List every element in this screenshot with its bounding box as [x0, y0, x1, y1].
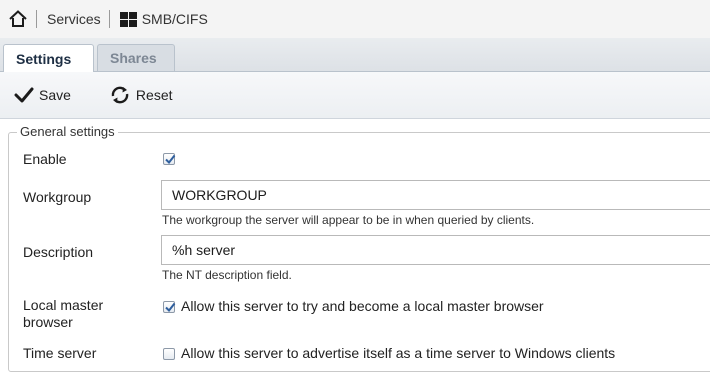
- reset-button-label: Reset: [135, 87, 173, 103]
- enable-label: Enable: [23, 151, 67, 167]
- breadcrumb-separator: [108, 10, 110, 28]
- home-icon[interactable]: [8, 9, 28, 29]
- description-input[interactable]: %h server: [161, 235, 710, 265]
- local-master-label-line2: browser: [23, 314, 73, 330]
- tab-settings[interactable]: Settings: [3, 44, 94, 72]
- tab-bar: Settings Shares: [0, 38, 710, 72]
- reset-button[interactable]: Reset: [109, 85, 173, 105]
- description-hint: The NT description field.: [162, 268, 292, 282]
- workgroup-input[interactable]: WORKGROUP: [161, 180, 710, 210]
- breadcrumb-item-smb-label: SMB/CIFS: [141, 11, 208, 27]
- check-icon: [165, 154, 176, 165]
- general-settings-legend: General settings: [17, 124, 118, 139]
- save-button-label: Save: [39, 87, 71, 103]
- time-server-label: Time server: [23, 345, 97, 361]
- local-master-checkbox[interactable]: [163, 301, 176, 313]
- breadcrumb-item-smb: SMB/CIFS: [119, 11, 208, 27]
- description-label: Description: [23, 244, 94, 260]
- save-button[interactable]: Save: [14, 86, 71, 104]
- time-server-text[interactable]: Allow this server to advertise itself as…: [181, 345, 615, 361]
- windows-logo-icon: [119, 11, 137, 27]
- time-server-checkbox[interactable]: [163, 348, 175, 360]
- enable-checkbox[interactable]: [163, 153, 176, 165]
- local-master-label: Local master browser: [23, 297, 103, 331]
- local-master-label-line1: Local master: [23, 297, 104, 313]
- checkmark-icon: [14, 87, 34, 103]
- breadcrumb-separator: [36, 10, 37, 28]
- tab-shares[interactable]: Shares: [97, 44, 175, 71]
- general-settings-group: General settings Enable Workgroup WORKGR…: [8, 124, 710, 372]
- toolbar: Save Reset: [0, 72, 710, 119]
- breadcrumb: Services SMB/CIFS: [0, 0, 710, 39]
- breadcrumb-item-services[interactable]: Services: [47, 11, 101, 27]
- workgroup-hint: The workgroup the server will appear to …: [162, 213, 535, 227]
- refresh-icon: [111, 86, 129, 104]
- check-icon: [165, 302, 176, 313]
- local-master-text[interactable]: Allow this server to try and become a lo…: [181, 298, 544, 314]
- workgroup-label: Workgroup: [23, 189, 92, 205]
